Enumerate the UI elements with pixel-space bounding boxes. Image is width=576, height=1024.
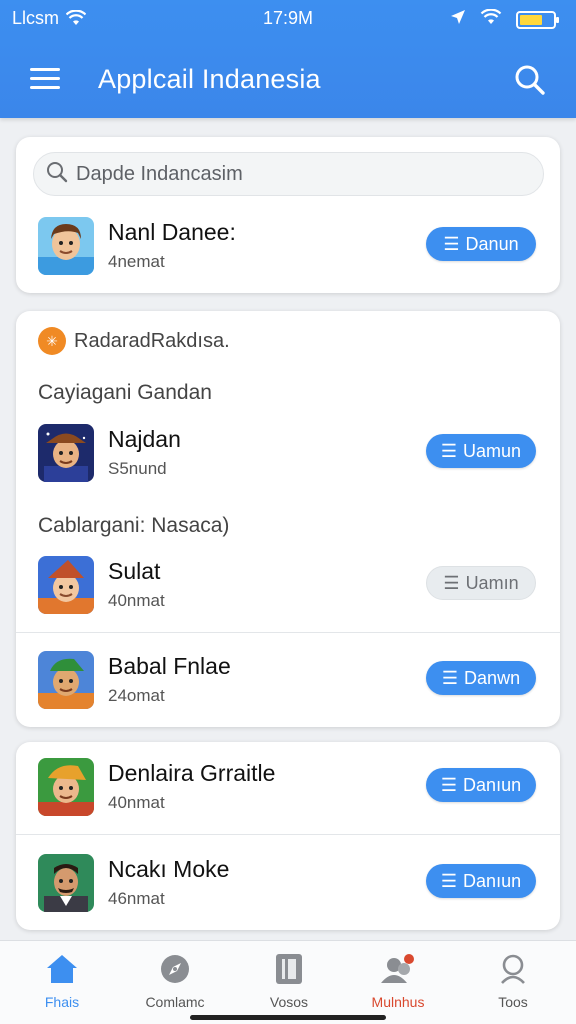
nav-item-profile[interactable]: Toos — [458, 953, 568, 1010]
button-label: Danıun — [463, 870, 522, 891]
app-avatar — [38, 556, 94, 614]
app-avatar — [38, 217, 94, 275]
download-button[interactable]: ☰ Uamun — [426, 434, 536, 468]
button-label: Danwn — [464, 667, 521, 688]
button-label: Uamın — [465, 572, 519, 593]
app-subtitle: S5nund — [108, 459, 167, 478]
nav-label: Mulnhus — [371, 994, 425, 1010]
users-icon — [379, 954, 417, 989]
app-name: Nanl Danee: — [108, 219, 236, 245]
profile-search-icon — [497, 954, 529, 989]
status-bar: Llcsm 17:9M — [0, 8, 576, 30]
search-bar[interactable] — [33, 152, 544, 196]
list-icon: ☰ — [443, 234, 460, 254]
page-title: Applcail Indanesia — [98, 64, 321, 94]
download-button-disabled[interactable]: ☰ Uamın — [426, 566, 536, 600]
download-button[interactable]: ☰ Danwn — [426, 661, 536, 695]
list-item[interactable]: Ncakı Moke 46nmat ☰ Danıun — [16, 854, 560, 934]
button-label: Uamun — [463, 440, 522, 461]
app-subtitle: 40nmat — [108, 591, 165, 610]
bottom-nav: Fhais Comlamc Vosos Mulnhus Toos — [0, 940, 576, 1024]
nav-label: Vosos — [269, 994, 309, 1010]
search-icon — [46, 161, 68, 188]
location-arrow-icon — [450, 9, 466, 30]
apps-card: Denlaira Grraitle 40nmat ☰ Danıun Ncakı M… — [16, 742, 560, 930]
compass-icon — [159, 955, 191, 989]
list-icon: ☰ — [440, 871, 458, 891]
app-name: Sulat — [108, 558, 161, 584]
book-icon — [274, 954, 304, 989]
sparkle-icon: ✳ — [38, 327, 66, 355]
app-name: Babal Fnlae — [108, 653, 231, 679]
home-indicator — [190, 1015, 386, 1020]
list-item[interactable]: Sulat 40nmat ☰ Uamın — [16, 556, 560, 636]
list-item[interactable]: Nanl Danee: 4nemat ☰ Danun — [16, 217, 560, 297]
app-name: Denlaira Grraitle — [108, 760, 276, 786]
wifi-icon — [480, 8, 502, 30]
search-card: Nanl Danee: 4nemat ☰Danun — [16, 137, 560, 293]
list-item[interactable]: Denlaira Grraitle 40nmat ☰ Danıun — [16, 758, 560, 838]
nav-label: Comlamc — [145, 994, 205, 1010]
app-subtitle: 24omat — [108, 686, 165, 705]
list-item[interactable]: Babal Fnlae 24omat ☰ Danwn — [16, 651, 560, 731]
app-bar: Applcail Indanesia — [0, 56, 576, 104]
list-icon: ☰ — [440, 441, 458, 461]
app-avatar — [38, 424, 94, 482]
app-subtitle: 46nmat — [108, 889, 165, 908]
button-label: Danıun — [463, 774, 522, 795]
category-card: ✳ RadaradRakdısa. Cayiagani Gandan Najda… — [16, 311, 560, 727]
download-button[interactable]: ☰ Danun — [426, 227, 536, 261]
divider — [16, 632, 560, 633]
menu-icon[interactable] — [30, 68, 60, 90]
search-input[interactable] — [76, 162, 496, 186]
nav-item-home[interactable]: Fhais — [7, 953, 117, 1010]
list-icon: ☰ — [441, 668, 459, 688]
battery-icon — [516, 10, 559, 29]
badge-label: RadaradRakdısa. — [74, 329, 230, 352]
nav-item-book[interactable]: Vosos — [234, 953, 344, 1010]
button-label: Danun — [465, 233, 519, 254]
nav-label: Fhais — [44, 994, 80, 1010]
app-avatar — [38, 854, 94, 912]
app-header: Llcsm 17:9M Applcail Indanesia — [0, 0, 576, 118]
list-icon: ☰ — [440, 775, 458, 795]
section-heading: Cayiagani Gandan — [38, 381, 212, 404]
download-button[interactable]: ☰ Danıun — [426, 864, 536, 898]
list-icon: ☰ — [443, 573, 460, 593]
nav-item-users[interactable]: Mulnhus — [343, 953, 453, 1010]
app-avatar — [38, 758, 94, 816]
download-button[interactable]: ☰ Danıun — [426, 768, 536, 802]
home-icon — [45, 955, 79, 989]
category-badge[interactable]: ✳ RadaradRakdısa. — [38, 327, 230, 355]
list-item[interactable]: Najdan S5nund ☰ Uamun — [16, 424, 560, 504]
app-avatar — [38, 651, 94, 709]
nav-item-compass[interactable]: Comlamc — [120, 953, 230, 1010]
app-name: Ncakı Moke — [108, 856, 230, 882]
nav-label: Toos — [498, 994, 528, 1010]
divider — [16, 834, 560, 835]
app-name: Najdan — [108, 426, 181, 452]
section-heading: Cablargani: Nasaca) — [38, 514, 230, 537]
search-icon[interactable] — [514, 64, 546, 101]
app-subtitle: 40nmat — [108, 793, 165, 812]
app-subtitle: 4nemat — [108, 252, 165, 271]
